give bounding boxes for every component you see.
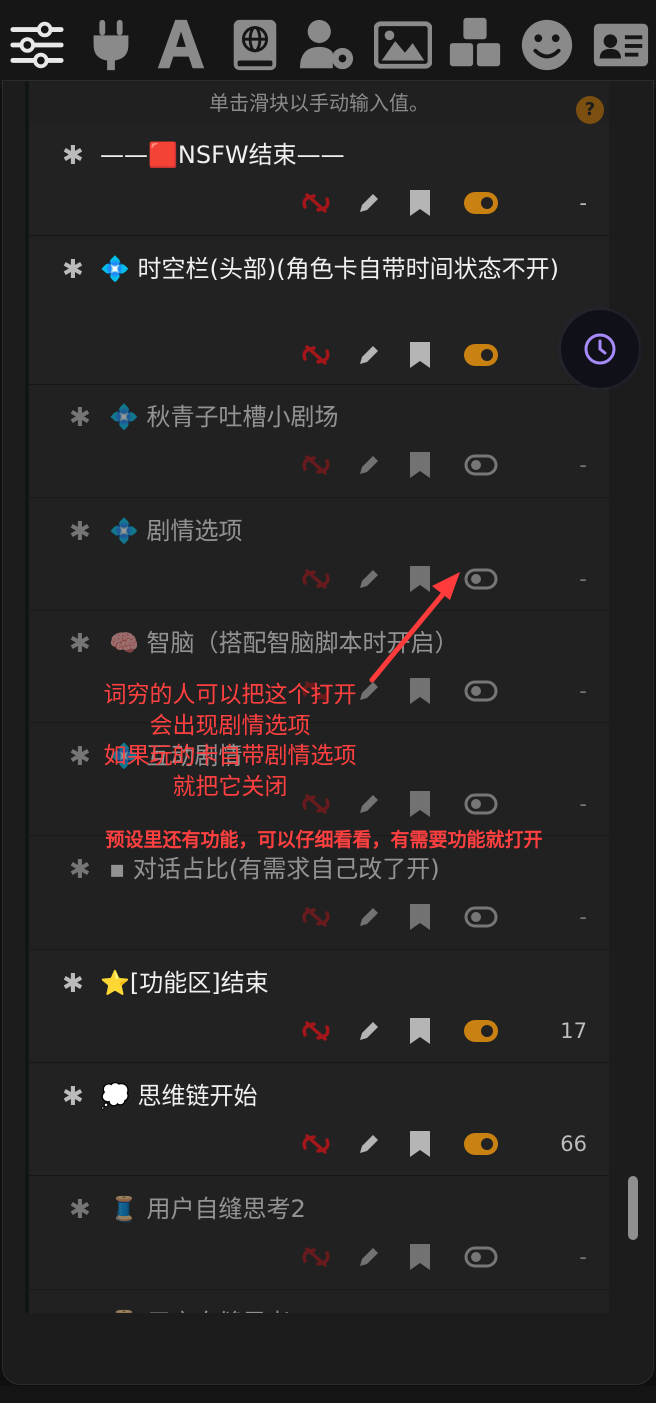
annotation-line2: 会出现剧情选项 — [149, 713, 311, 739]
annotation-line5: 预设里还有功能，可以仔细看看，有需要功能就打开 — [105, 829, 543, 851]
annotation-line1: 词穷的人可以把这个打开 — [103, 682, 357, 708]
annotation-line4: 就把它关闭 — [172, 774, 288, 800]
bottom-edge — [0, 1386, 656, 1403]
annotation-line3: 如果玩的卡自带剧情选项 — [103, 743, 357, 769]
